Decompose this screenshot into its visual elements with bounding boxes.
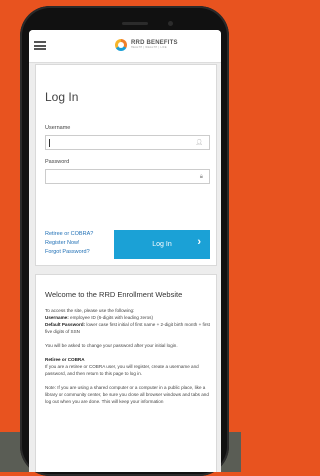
- phone-camera: [168, 21, 173, 26]
- username-instruction: employee ID (6-digits with leading zeros…: [70, 315, 154, 320]
- phone-speaker: [122, 22, 148, 25]
- login-title: Log In: [45, 90, 79, 104]
- password-field[interactable]: 🔒︎: [45, 169, 210, 184]
- password-instruction-label: Default Password:: [45, 322, 86, 327]
- retiree-heading: Retiree or COBRA: [45, 357, 85, 362]
- chevron-right-icon: ›: [197, 236, 201, 248]
- logo-mark-icon: [115, 39, 127, 51]
- welcome-title: Welcome to the RRD Enrollment Website: [45, 290, 183, 299]
- password-label: Password: [45, 159, 70, 165]
- login-button-label: Log In: [152, 241, 172, 248]
- welcome-card: Welcome to the RRD Enrollment Website To…: [35, 274, 217, 472]
- username-field[interactable]: 👤︎: [45, 135, 210, 150]
- retiree-text: If you are a retiree or COBRA user, you …: [45, 364, 199, 376]
- register-now-link[interactable]: Register Now!: [45, 239, 93, 248]
- user-icon: 👤︎: [195, 140, 203, 146]
- login-card: Log In Username 👤︎ Password 🔒︎ Retiree o…: [35, 64, 217, 266]
- retiree-cobra-link[interactable]: Retiree or COBRA?: [45, 230, 93, 239]
- hamburger-icon[interactable]: [34, 41, 46, 50]
- logo-tagline: HEALTH | WEALTH | LIFE: [131, 46, 167, 50]
- forgot-password-link[interactable]: Forgot Password?: [45, 248, 93, 257]
- login-links: Retiree or COBRA? Register Now! Forgot P…: [45, 230, 93, 257]
- note-text: Note: If you are using a shared computer…: [45, 385, 209, 404]
- lock-icon: 🔒︎: [199, 174, 203, 180]
- username-label: Username: [45, 125, 71, 131]
- logo-text: RRD BENEFITS HEALTH | WEALTH | LIFE: [131, 40, 178, 50]
- login-button[interactable]: Log In ›: [114, 230, 210, 259]
- text-cursor: [49, 139, 50, 147]
- welcome-body: To access the site, please use the follo…: [45, 307, 211, 412]
- username-instruction-label: Username:: [45, 315, 69, 320]
- phone-screen: RRD BENEFITS HEALTH | WEALTH | LIFE Log …: [29, 30, 221, 472]
- change-password-text: You will be asked to change your passwor…: [45, 343, 178, 348]
- welcome-intro: To access the site, please use the follo…: [45, 308, 135, 313]
- top-bar: RRD BENEFITS HEALTH | WEALTH | LIFE: [29, 30, 221, 63]
- rrd-benefits-logo[interactable]: RRD BENEFITS HEALTH | WEALTH | LIFE: [115, 39, 178, 51]
